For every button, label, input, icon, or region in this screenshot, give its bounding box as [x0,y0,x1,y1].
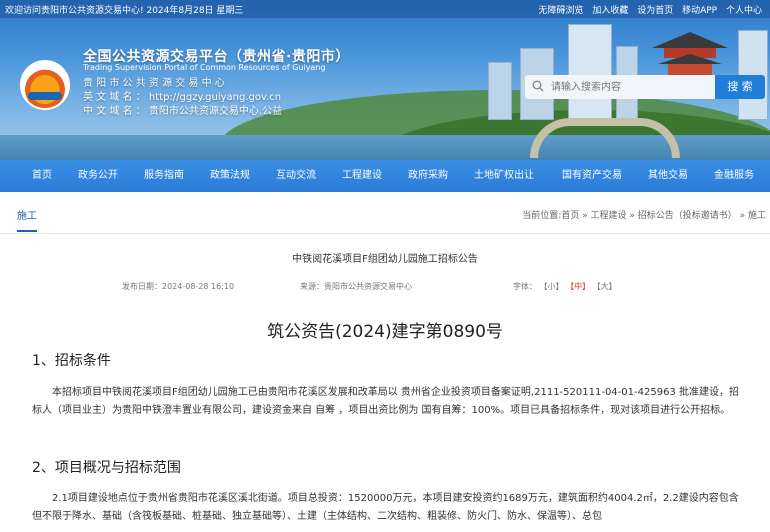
site-logo[interactable] [20,60,70,110]
section-tab[interactable]: 施工 [17,207,37,232]
breadcrumb-bar: 施工 当前位置:首页 » 工程建设 » 招标公告（投标邀请书） » 施工 [0,192,770,234]
english-domain-line: 英 文 域 名 ： http://ggzy.guiyang.gov.cn [83,92,282,103]
section-heading: 1、招标条件 [32,353,111,369]
nav-item-state-assets[interactable]: 国有资产交易 [562,160,622,192]
site-domain-info: 贵 阳 市 公 共 资 源 交 易 中 心 英 文 域 名 ： http://g… [83,77,282,119]
header-banner: 欢迎访问贵阳市公共资源交易中心! 2024年8月28日 星期三 无障碍浏览 加入… [0,0,770,160]
site-name-line: 贵 阳 市 公 共 资 源 交 易 中 心 [83,78,225,89]
font-size-label: 字体： [513,282,537,291]
welcome-text: 欢迎访问贵阳市公共资源交易中心! 2024年8月28日 星期三 [5,6,244,16]
chinese-domain-line: 中 文 域 名 ： 贵阳市公共资源交易中心.公益 [83,106,283,117]
nav-item-home[interactable]: 首页 [32,160,52,192]
site-subtitle-en: Trading Supervision Portal of Common Res… [83,63,326,72]
breadcrumb[interactable]: 当前位置:首页 » 工程建设 » 招标公告（投标邀请书） » 施工 [522,208,766,221]
document-number: 筑公资告(2024)建字第0890号 [267,322,503,342]
search-box[interactable] [525,75,715,99]
font-medium-button[interactable]: 【中】 [566,282,590,291]
banner-building [488,62,512,120]
nav-item-government-affairs[interactable]: 政务公开 [78,160,118,192]
personal-center-link[interactable]: 个人中心 [726,6,762,16]
article-source: 来源：贵阳市公共资源交易中心 [300,282,412,291]
font-small-button[interactable]: 【小】 [540,282,564,291]
nav-item-land-mining[interactable]: 土地矿权出让 [474,160,534,192]
nav-item-interaction[interactable]: 互动交流 [276,160,316,192]
font-size-switcher: 字体： 【小】 【中】 【大】 [513,281,617,292]
search-input[interactable] [551,78,711,96]
nav-item-financial[interactable]: 金融服务 [714,160,754,192]
top-links: 无障碍浏览 加入收藏 设为首页 移动APP 个人中心 [532,3,762,16]
section-heading: 2、项目概况与招标范围 [32,460,181,476]
accessibility-link[interactable]: 无障碍浏览 [538,6,583,16]
nav-item-engineering[interactable]: 工程建设 [342,160,382,192]
font-large-button[interactable]: 【大】 [593,282,617,291]
banner-building [568,24,612,120]
publish-date: 发布日期：2024-08-28 16:10 [122,282,235,291]
article-title: 中铁阅花溪项目F组团幼儿园施工招标公告 [292,254,478,265]
search-button[interactable]: 搜 索 [715,75,765,99]
set-homepage-link[interactable]: 设为首页 [637,6,673,16]
nav-item-other-trades[interactable]: 其他交易 [648,160,688,192]
bookmark-link[interactable]: 加入收藏 [592,6,628,16]
nav-item-procurement[interactable]: 政府采购 [408,160,448,192]
nav-item-service-guide[interactable]: 服务指南 [144,160,184,192]
nav-item-policies[interactable]: 政策法规 [210,160,250,192]
top-bar: 欢迎访问贵阳市公共资源交易中心! 2024年8月28日 星期三 无障碍浏览 加入… [0,0,770,18]
section-paragraph: 2.1项目建设地点位于贵州省贵阳市花溪区溪北街道。项目总投资：1520000万元… [32,493,739,522]
search-icon [532,80,544,92]
section-paragraph: 本招标项目中铁阅花溪项目F组团幼儿园施工已由贵阳市花溪区发展和改革局以 贵州省企… [32,387,739,416]
main-nav: 首页 政务公开 服务指南 政策法规 互动交流 工程建设 政府采购 土地矿权出让 … [0,160,770,192]
bridge-illustration [530,118,680,158]
mobile-app-link[interactable]: 移动APP [682,6,717,16]
